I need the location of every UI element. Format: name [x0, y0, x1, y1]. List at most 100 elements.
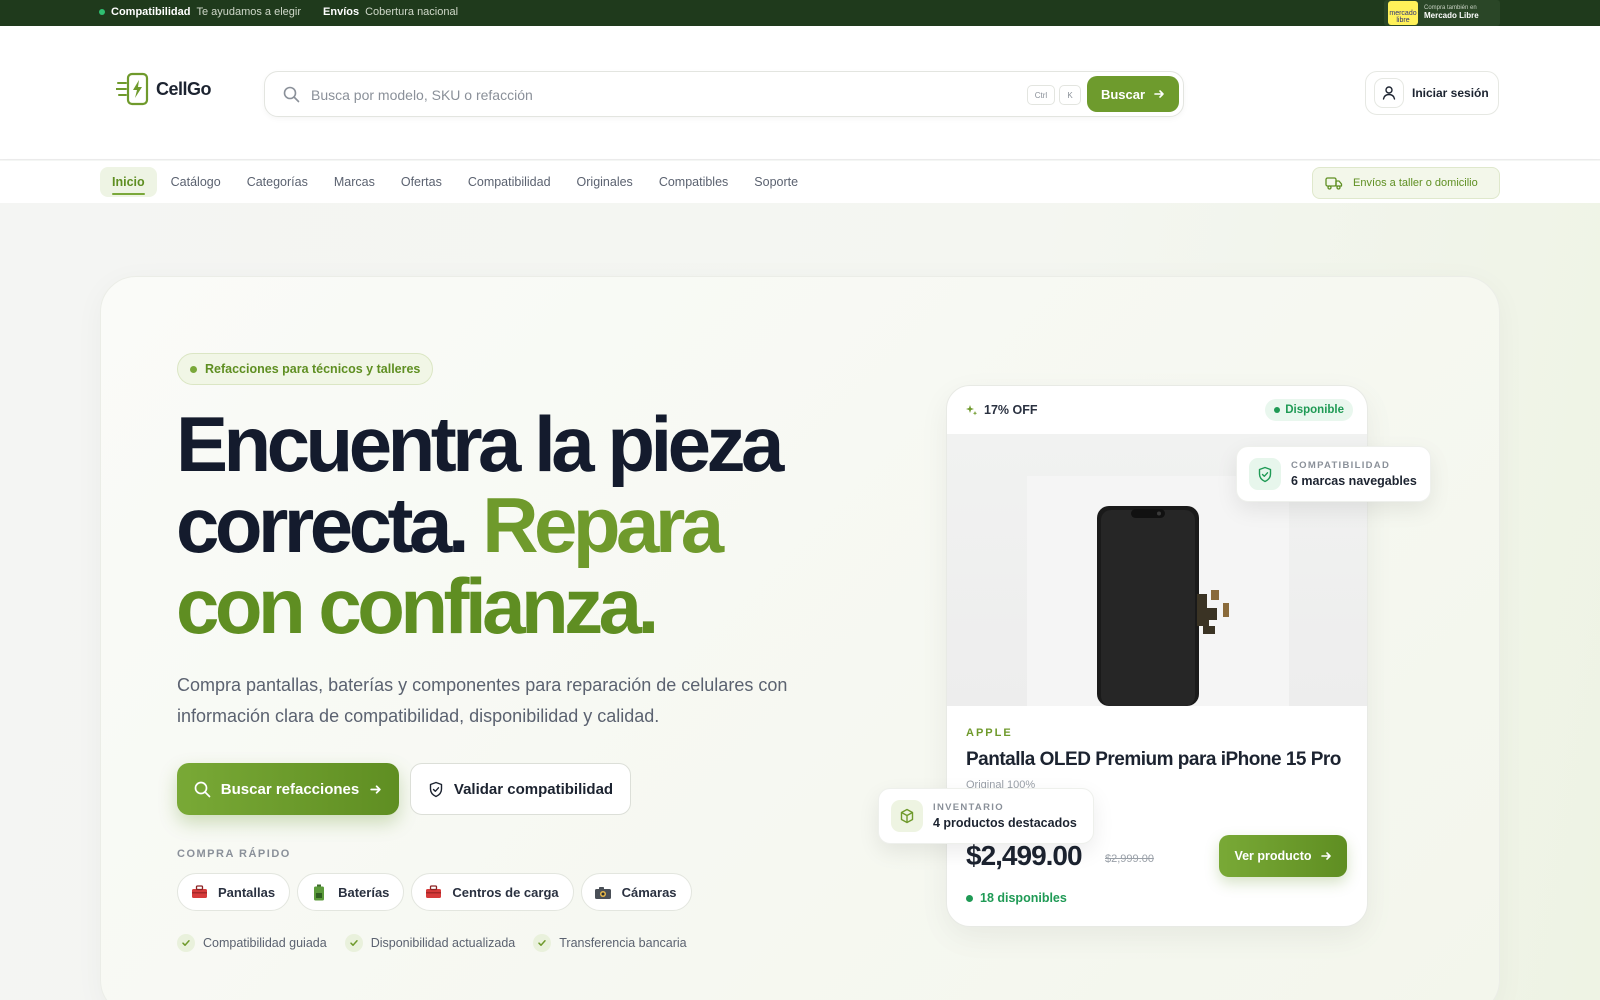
hero-pill-label: Refacciones para técnicos y talleres — [205, 362, 421, 376]
mercado-libre-logo: mercado libre — [1388, 1, 1418, 25]
topbar-shipping: Envíos Cobertura nacional — [323, 6, 458, 18]
nav-item-catalogo[interactable]: Catálogo — [159, 167, 233, 197]
shipping-badge-label: Envíos a taller o domicilio — [1353, 177, 1478, 189]
arrow-right-icon — [1154, 90, 1164, 98]
availability-dot — [1274, 407, 1281, 413]
battery-icon — [310, 884, 328, 900]
arrow-right-icon — [1320, 852, 1331, 860]
chip-baterias[interactable]: Baterías — [297, 873, 405, 911]
kbd-k: K — [1059, 85, 1081, 105]
mercado-libre-badge[interactable]: mercado libre Compra también en Mercado … — [1384, 0, 1500, 26]
top-bar: Compatibilidad Te ayudamos a elegir Enví… — [0, 0, 1600, 26]
nav-item-ofertas[interactable]: Ofertas — [389, 167, 454, 197]
logo-text: CellGo — [156, 78, 212, 99]
nav-item-compatibilidad[interactable]: Compatibilidad — [456, 167, 563, 197]
topbar-ship-text: Cobertura nacional — [365, 6, 459, 18]
inventory-float-value: 4 productos destacados — [933, 816, 1077, 830]
pill-dot — [190, 365, 197, 373]
login-button[interactable]: Iniciar sesión — [1365, 71, 1499, 115]
availability-badge: Disponible — [1265, 399, 1353, 421]
nav-item-soporte[interactable]: Soporte — [742, 167, 810, 197]
shipping-badge[interactable]: Envíos a taller o domicilio — [1312, 167, 1500, 199]
nav-item-marcas[interactable]: Marcas — [322, 167, 387, 197]
topbar-compat-title: Compatibilidad — [111, 6, 191, 18]
toolbox-icon — [190, 884, 208, 900]
compat-float-card: COMPATIBILIDAD 6 marcas navegables — [1236, 446, 1431, 502]
search-icon — [194, 781, 211, 797]
nav-item-categorias[interactable]: Categorías — [235, 167, 320, 197]
truck-icon — [1325, 177, 1343, 190]
view-product-label: Ver producto — [1234, 849, 1312, 863]
quick-buy-chips: Pantallas Baterías Centros de carga Cáma… — [177, 873, 692, 911]
check-item: Transferencia bancaria — [533, 934, 687, 952]
nav-item-originales[interactable]: Originales — [565, 167, 645, 197]
status-dot — [99, 9, 105, 15]
headline-line-1: Encuentra la pieza — [176, 400, 784, 488]
validate-compat-button[interactable]: Validar compatibilidad — [410, 763, 631, 815]
ml-big-text: Mercado Libre — [1424, 10, 1479, 20]
toolbox-icon — [424, 884, 442, 900]
product-brand: APPLE — [966, 727, 1013, 739]
availability-text: Disponible — [1285, 404, 1344, 416]
inventory-float-card: INVENTARIO 4 productos destacados — [878, 788, 1094, 844]
check-item: Compatibilidad guiada — [177, 934, 327, 952]
box-icon — [891, 800, 923, 832]
hero-headline: Encuentra la pieza correcta. Repara con … — [176, 404, 836, 647]
check-label: Disponibilidad actualizada — [370, 936, 516, 950]
compat-float-value: 6 marcas navegables — [1291, 474, 1417, 488]
search-bar: Ctrl K Buscar — [264, 71, 1184, 117]
chip-camaras[interactable]: Cámaras — [580, 873, 692, 911]
login-label: Iniciar sesión — [1412, 86, 1489, 100]
hero-pill: Refacciones para técnicos y talleres — [177, 353, 434, 385]
validate-compat-label: Validar compatibilidad — [453, 780, 614, 798]
product-price: $2,499.00 — [966, 840, 1083, 871]
search-icon — [283, 86, 300, 103]
hero-subtitle: Compra pantallas, baterías y componentes… — [177, 675, 788, 726]
nav-item-compatibles[interactable]: Compatibles — [647, 167, 740, 197]
topbar-compat: Compatibilidad Te ayudamos a elegir — [99, 6, 301, 18]
topbar-ship-title: Envíos — [323, 6, 360, 18]
feature-checks: Compatibilidad guiada Disponibilidad act… — [177, 934, 687, 952]
product-old-price: $2,999.00 — [1105, 853, 1154, 865]
compat-float-label: COMPATIBILIDAD — [1291, 460, 1391, 471]
headline-line-2-dark: correcta. — [176, 481, 470, 569]
search-parts-button[interactable]: Buscar refacciones — [177, 763, 399, 815]
user-icon — [1374, 78, 1404, 108]
discount-text: 17% OFF — [984, 403, 1038, 417]
check-icon — [344, 934, 363, 952]
quick-buy-label: COMPRA RÁPIDO — [177, 848, 291, 860]
chip-camaras-label: Cámaras — [621, 884, 677, 900]
sparkle-icon — [966, 404, 978, 415]
main-nav: Inicio Catálogo Categorías Marcas Oferta… — [0, 161, 1600, 203]
shield-check-icon — [429, 781, 443, 797]
chip-pantallas[interactable]: Pantallas — [177, 873, 291, 911]
stock-dot — [966, 894, 973, 902]
stock-indicator: 18 disponibles — [966, 891, 1067, 905]
stock-text: 18 disponibles — [980, 891, 1067, 905]
check-icon — [177, 934, 195, 952]
kbd-ctrl: Ctrl — [1027, 85, 1055, 105]
chip-pantallas-label: Pantallas — [218, 884, 276, 900]
search-button[interactable]: Buscar — [1087, 76, 1179, 112]
check-item: Disponibilidad actualizada — [344, 934, 516, 952]
check-icon — [533, 934, 552, 952]
headline-line-2-green: Repara — [482, 481, 724, 569]
shield-check-icon — [1249, 458, 1281, 490]
check-label: Compatibilidad guiada — [203, 936, 327, 950]
check-label: Transferencia bancaria — [559, 936, 687, 950]
logo-bolt-icon — [116, 72, 149, 106]
chip-centros-label: Centros de carga — [452, 884, 559, 900]
nav-item-inicio[interactable]: Inicio — [100, 167, 157, 197]
product-name[interactable]: Pantalla OLED Premium para iPhone 15 Pro — [966, 749, 1341, 771]
arrow-right-icon — [370, 784, 381, 794]
search-input[interactable] — [311, 83, 951, 107]
search-parts-label: Buscar refacciones — [220, 780, 360, 798]
view-product-button[interactable]: Ver producto — [1219, 835, 1347, 877]
inventory-float-label: INVENTARIO — [933, 802, 1004, 813]
chip-centros-de-carga[interactable]: Centros de carga — [411, 873, 574, 911]
product-image — [1027, 476, 1289, 706]
headline-line-3: con confianza. — [176, 562, 659, 650]
logo[interactable]: CellGo — [116, 72, 212, 106]
topbar-compat-text: Te ayudamos a elegir — [196, 6, 302, 18]
header: CellGo Ctrl K Buscar Iniciar sesión — [0, 26, 1600, 160]
